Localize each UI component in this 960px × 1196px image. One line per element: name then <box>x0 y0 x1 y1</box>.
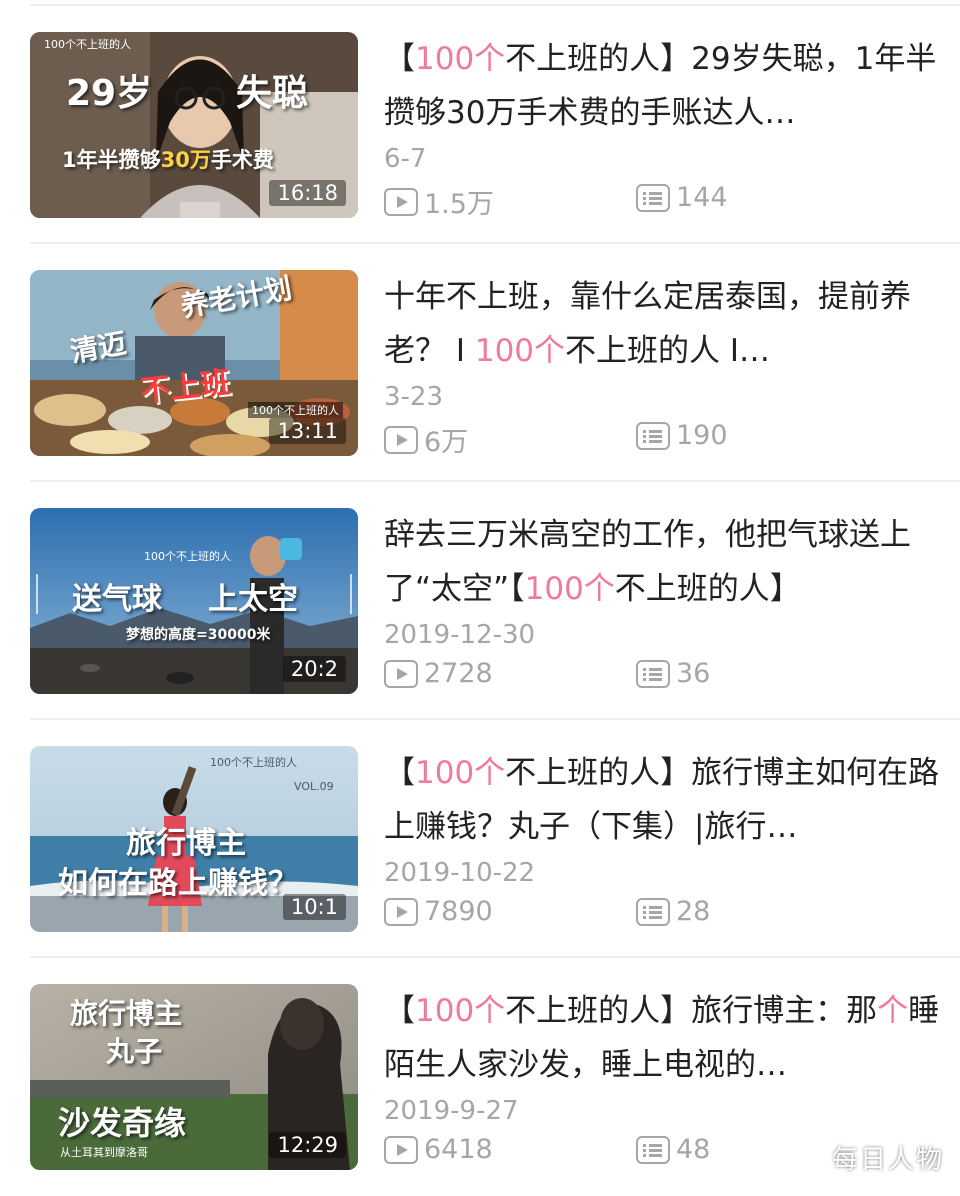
play-count: 1.5万 <box>384 182 494 221</box>
play-count-icon <box>384 425 418 454</box>
duration-badge: 12:29 <box>269 1132 346 1158</box>
video-title[interactable]: 辞去三万米高空的工作，他把气球送上了“太空”【100个不上班的人】 <box>384 508 940 616</box>
video-item[interactable]: 100个不上班的人 29岁 失聪 1年半攒够30万手术费 16:18 【100个… <box>0 6 960 244</box>
video-thumbnail[interactable]: 100个不上班的人 送气球 上太空 梦想的高度=30000米 20:2 <box>30 508 358 694</box>
play-count-value: 7890 <box>424 896 493 927</box>
thumbnail-caption: 旅行博主 <box>70 997 183 1030</box>
thumbnail-series-tag: 100个不上班的人 <box>44 38 131 51</box>
play-count-icon <box>384 897 418 926</box>
thumbnail-caption: 从土耳其到摩洛哥 <box>60 1146 148 1159</box>
thumbnail-caption: 梦想的高度=30000米 <box>126 627 271 643</box>
upload-date: 2019-10-22 <box>384 858 536 888</box>
thumbnail-volume: VOL.09 <box>294 780 334 793</box>
video-stats: 6万 190 <box>384 420 944 458</box>
danmaku-count-icon <box>636 897 670 926</box>
play-count-value: 6418 <box>424 1134 493 1165</box>
upload-date: 3-23 <box>384 382 444 412</box>
thumbnail-series-tag: 100个不上班的人 <box>144 550 231 563</box>
duration-badge: 16:18 <box>269 180 346 206</box>
video-thumbnail[interactable]: 100个不上班的人 VOL.09 旅行博主 如何在路上赚钱？ 10:1 <box>30 746 358 932</box>
video-title[interactable]: 【100个不上班的人】旅行博主：那个睡陌生人家沙发，睡上电视的… <box>384 984 940 1092</box>
play-count-icon <box>384 1135 418 1164</box>
danmaku-count-value: 36 <box>676 658 711 689</box>
thumbnail-caption: 29岁 <box>66 73 153 114</box>
video-title[interactable]: 【100个不上班的人】29岁失聪，1年半攒够30万手术费的手账达人… <box>384 32 940 140</box>
video-item[interactable]: 100个不上班的人 VOL.09 旅行博主 如何在路上赚钱？ 10:1 【100… <box>0 720 960 958</box>
video-thumbnail[interactable]: 旅行博主 丸子 沙发奇缘 从土耳其到摩洛哥 12:29 <box>30 984 358 1170</box>
danmaku-count-icon <box>636 1135 670 1164</box>
title-text: 【 <box>384 993 415 1029</box>
danmaku-count-icon <box>636 183 670 212</box>
title-text: 【 <box>384 755 415 791</box>
danmaku-count: 190 <box>636 420 728 451</box>
thumbnail-caption: 丸子 <box>106 1035 163 1068</box>
play-count-value: 2728 <box>424 658 493 689</box>
thumbnail-caption: 沙发奇缘 <box>58 1104 187 1142</box>
upload-date: 2019-9-27 <box>384 1096 519 1126</box>
play-count: 2728 <box>384 658 493 689</box>
thumbnail-caption: 旅行博主 <box>126 826 246 861</box>
video-title[interactable]: 【100个不上班的人】旅行博主如何在路上赚钱？丸子（下集）|旅行… <box>384 746 940 854</box>
danmaku-count: 36 <box>636 658 710 689</box>
thumbnail-caption: 失聪 <box>236 73 309 114</box>
duration-badge: 10:1 <box>282 894 346 920</box>
title-text: 不上班的人】 <box>614 571 801 607</box>
danmaku-count: 48 <box>636 1134 710 1165</box>
video-stats: 2728 36 <box>384 658 944 692</box>
play-count-icon <box>384 659 418 688</box>
play-count-value: 1.5万 <box>424 189 494 220</box>
thumbnail-series-tag: 100个不上班的人 <box>210 756 297 769</box>
danmaku-count-value: 28 <box>676 896 711 927</box>
title-text: 不上班的人】旅行博主：那 <box>505 993 878 1029</box>
thumbnail-caption: 1年半攒够30万手术费 <box>62 148 274 172</box>
danmaku-count-icon <box>636 421 670 450</box>
duration-badge: 13:11 <box>269 418 346 444</box>
danmaku-count-icon <box>636 659 670 688</box>
danmaku-count-value: 190 <box>676 420 728 451</box>
upload-date: 6-7 <box>384 144 427 174</box>
video-item[interactable]: 100个不上班的人 送气球 上太空 梦想的高度=30000米 20:2 辞去三万… <box>0 482 960 720</box>
play-count: 6万 <box>384 420 468 459</box>
danmaku-count: 144 <box>636 182 728 213</box>
video-title[interactable]: 十年不上班，靠什么定居泰国，提前养老？ I 100个不上班的人 I… <box>384 270 940 378</box>
play-count-value: 6万 <box>424 427 469 458</box>
thumbnail-frame <box>36 574 352 614</box>
duration-badge: 20:2 <box>282 656 346 682</box>
title-highlight: 个 <box>877 993 909 1029</box>
upload-date: 2019-12-30 <box>384 620 536 650</box>
title-highlight: 100个 <box>415 41 506 77</box>
danmaku-count: 28 <box>636 896 710 927</box>
title-text: 【 <box>384 41 415 77</box>
danmaku-count-value: 48 <box>676 1134 711 1165</box>
title-highlight: 100个 <box>415 755 506 791</box>
watermark: 每日人物 <box>831 1145 944 1175</box>
video-list: 100个不上班的人 29岁 失聪 1年半攒够30万手术费 16:18 【100个… <box>0 6 960 1196</box>
play-count-icon <box>384 187 418 216</box>
thumbnail-caption: 不上班 <box>138 365 232 410</box>
video-stats: 7890 28 <box>384 896 944 930</box>
video-stats: 1.5万 144 <box>384 182 944 220</box>
title-highlight: 100个 <box>474 333 566 369</box>
play-count: 6418 <box>384 1134 493 1165</box>
title-highlight: 100个 <box>524 571 615 607</box>
video-item[interactable]: 清迈 养老计划 不上班 100个不上班的人 13:11 十年不上班，靠什么定居泰… <box>0 244 960 482</box>
title-text: 不上班的人 I… <box>565 333 771 369</box>
play-count: 7890 <box>384 896 493 927</box>
video-thumbnail[interactable]: 清迈 养老计划 不上班 100个不上班的人 13:11 <box>30 270 358 456</box>
thumbnail-caption: 如何在路上赚钱？ <box>58 866 298 901</box>
video-item[interactable]: 旅行博主 丸子 沙发奇缘 从土耳其到摩洛哥 12:29 【100个不上班的人】旅… <box>0 958 960 1196</box>
title-highlight: 100个 <box>415 993 506 1029</box>
video-thumbnail[interactable]: 100个不上班的人 29岁 失聪 1年半攒够30万手术费 16:18 <box>30 32 358 218</box>
thumbnail-series-tag: 100个不上班的人 <box>248 402 343 418</box>
danmaku-count-value: 144 <box>676 182 728 213</box>
